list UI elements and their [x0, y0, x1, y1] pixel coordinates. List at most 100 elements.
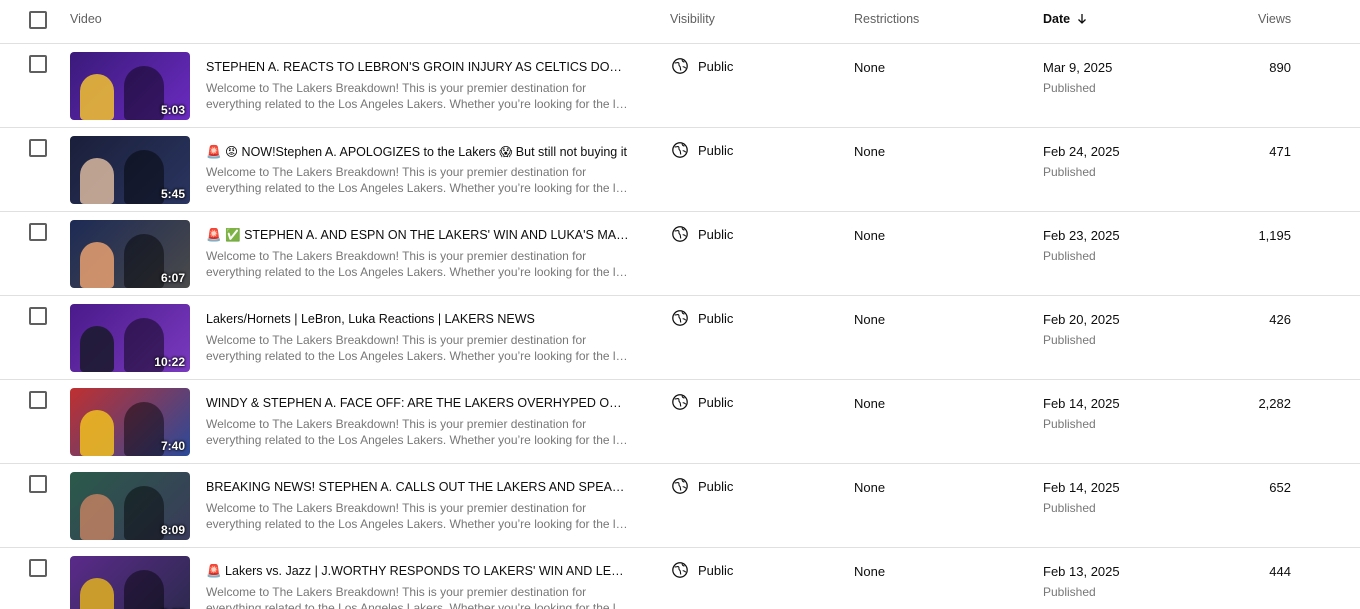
video-description: Welcome to The Lakers Breakdown! This is…: [206, 80, 630, 112]
publish-status: Published: [1043, 81, 1096, 95]
restrictions-cell: None: [854, 480, 886, 495]
video-description-line-1: Welcome to The Lakers Breakdown! This is…: [206, 585, 587, 599]
row-checkbox[interactable]: [29, 139, 47, 157]
publish-date: Feb 20, 2025: [1043, 312, 1120, 327]
column-header-views[interactable]: Views: [1258, 12, 1291, 26]
video-thumbnail[interactable]: 8:09: [70, 472, 190, 540]
video-title[interactable]: 🚨 😡 NOW!Stephen A. APOLOGIZES to the Lak…: [206, 144, 630, 160]
video-duration: 10:22: [154, 355, 185, 369]
publish-date: Feb 13, 2025: [1043, 564, 1120, 579]
view-count: 890: [1269, 60, 1291, 75]
table-row[interactable]: 10:22 Lakers/Hornets | LeBron, Luka Reac…: [0, 296, 1360, 380]
video-thumbnail[interactable]: 7:57: [70, 556, 190, 609]
video-description-line-2: everything related to the Los Angeles La…: [206, 97, 630, 111]
video-description: Welcome to The Lakers Breakdown! This is…: [206, 416, 630, 448]
view-count: 652: [1269, 480, 1291, 495]
visibility-label: Public: [698, 226, 734, 242]
video-thumbnail[interactable]: 10:22: [70, 304, 190, 372]
row-checkbox[interactable]: [29, 307, 47, 325]
thumbnail-figure-right: [124, 234, 164, 288]
visibility-cell[interactable]: Public: [671, 141, 733, 159]
video-description: Welcome to The Lakers Breakdown! This is…: [206, 248, 630, 280]
restrictions-cell: None: [854, 144, 886, 159]
visibility-cell[interactable]: Public: [671, 57, 733, 75]
table-row[interactable]: 8:09 BREAKING NEWS! STEPHEN A. CALLS OUT…: [0, 464, 1360, 548]
globe-icon: [672, 58, 688, 74]
video-title[interactable]: 🚨 Lakers vs. Jazz | J.WORTHY RESPONDS TO…: [206, 564, 630, 579]
thumbnail-figure-right: [124, 402, 164, 456]
column-header-date-label: Date: [1043, 12, 1071, 26]
thumbnail-figure-right: [124, 150, 164, 204]
visibility-cell[interactable]: Public: [671, 393, 733, 411]
globe-icon: [672, 226, 688, 242]
publish-status: Published: [1043, 333, 1096, 347]
video-thumbnail[interactable]: 5:45: [70, 136, 190, 204]
restrictions-cell: None: [854, 396, 886, 411]
row-checkbox[interactable]: [29, 391, 47, 409]
view-count: 1,195: [1258, 228, 1291, 243]
visibility-cell[interactable]: Public: [671, 477, 733, 495]
view-count: 444: [1269, 564, 1291, 579]
thumbnail-figure-right: [124, 66, 164, 120]
thumbnail-figure-right: [124, 570, 164, 609]
visibility-label: Public: [698, 58, 734, 74]
column-header-restrictions[interactable]: Restrictions: [854, 12, 919, 26]
publish-date: Feb 24, 2025: [1043, 144, 1120, 159]
video-duration: 6:07: [160, 271, 185, 285]
video-description: Welcome to The Lakers Breakdown! This is…: [206, 500, 630, 532]
video-duration: 5:45: [160, 187, 185, 201]
video-description-line-2: everything related to the Los Angeles La…: [206, 181, 630, 195]
table-row[interactable]: 5:03 STEPHEN A. REACTS TO LEBRON'S GROIN…: [0, 44, 1360, 128]
publish-status: Published: [1043, 501, 1096, 515]
video-title[interactable]: 🚨 ✅ STEPHEN A. AND ESPN ON THE LAKERS' W…: [206, 228, 630, 243]
column-header-video[interactable]: Video: [70, 12, 102, 26]
thumbnail-figure-left: [80, 326, 114, 372]
table-header: Video Visibility Restrictions Date Views: [0, 0, 1360, 44]
globe-icon: [672, 394, 688, 410]
table-row[interactable]: 7:57 🚨 Lakers vs. Jazz | J.WORTHY RESPON…: [0, 548, 1360, 609]
video-description-line-1: Welcome to The Lakers Breakdown! This is…: [206, 81, 587, 95]
video-thumbnail[interactable]: 7:40: [70, 388, 190, 456]
row-checkbox[interactable]: [29, 223, 47, 241]
video-thumbnail[interactable]: 5:03: [70, 52, 190, 120]
video-title[interactable]: Lakers/Hornets | LeBron, Luka Reactions …: [206, 312, 630, 326]
video-thumbnail[interactable]: 6:07: [70, 220, 190, 288]
table-row[interactable]: 6:07 🚨 ✅ STEPHEN A. AND ESPN ON THE LAKE…: [0, 212, 1360, 296]
video-title[interactable]: BREAKING NEWS! STEPHEN A. CALLS OUT THE …: [206, 480, 630, 494]
video-title[interactable]: WINDY & STEPHEN A. FACE OFF: ARE THE LAK…: [206, 396, 630, 410]
row-checkbox[interactable]: [29, 559, 47, 577]
thumbnail-figure-left: [80, 158, 114, 204]
video-title[interactable]: STEPHEN A. REACTS TO LEBRON'S GROIN INJU…: [206, 60, 630, 74]
column-header-date[interactable]: Date: [1043, 12, 1088, 26]
visibility-label: Public: [698, 478, 734, 494]
publish-status: Published: [1043, 417, 1096, 431]
visibility-cell[interactable]: Public: [671, 561, 733, 579]
video-duration: 5:03: [160, 103, 185, 117]
row-checkbox[interactable]: [29, 475, 47, 493]
sort-down-arrow-icon: [1078, 14, 1087, 24]
thumbnail-figure-left: [80, 74, 114, 120]
publish-status: Published: [1043, 165, 1096, 179]
row-checkbox[interactable]: [29, 55, 47, 73]
publish-date: Mar 9, 2025: [1043, 60, 1113, 75]
publish-date: Feb 14, 2025: [1043, 480, 1120, 495]
video-description-line-2: everything related to the Los Angeles La…: [206, 517, 630, 531]
view-count: 471: [1269, 144, 1291, 159]
globe-icon: [672, 310, 688, 326]
video-description-line-1: Welcome to The Lakers Breakdown! This is…: [206, 333, 587, 347]
restrictions-cell: None: [854, 228, 886, 243]
table-row[interactable]: 5:45 🚨 😡 NOW!Stephen A. APOLOGIZES to th…: [0, 128, 1360, 212]
visibility-cell[interactable]: Public: [671, 225, 733, 243]
visibility-label: Public: [698, 394, 734, 410]
restrictions-cell: None: [854, 564, 886, 579]
video-duration: 8:09: [160, 523, 185, 537]
visibility-cell[interactable]: Public: [671, 309, 733, 327]
video-description-line-1: Welcome to The Lakers Breakdown! This is…: [206, 249, 587, 263]
video-description-line-1: Welcome to The Lakers Breakdown! This is…: [206, 165, 587, 179]
table-row[interactable]: 7:40 WINDY & STEPHEN A. FACE OFF: ARE TH…: [0, 380, 1360, 464]
video-description-line-2: everything related to the Los Angeles La…: [206, 265, 630, 279]
column-header-visibility[interactable]: Visibility: [670, 12, 715, 26]
video-description-line-1: Welcome to The Lakers Breakdown! This is…: [206, 501, 587, 515]
select-all-checkbox[interactable]: [29, 11, 47, 29]
thumbnail-figure-left: [80, 494, 114, 540]
